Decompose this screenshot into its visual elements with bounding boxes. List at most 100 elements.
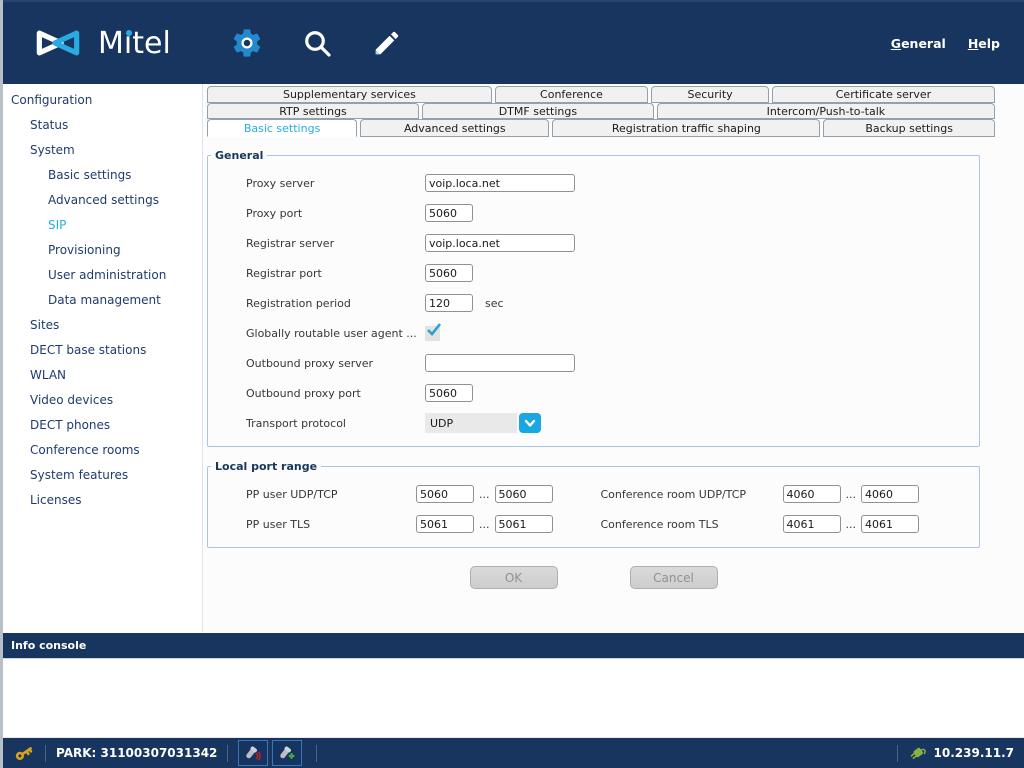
proxy-server-label: Proxy server [246,177,425,190]
conference-room-tls-from-input[interactable] [783,515,841,533]
range-separator: ... [479,488,490,501]
form-row: Registration period sec [208,288,979,318]
conference-room-tls-to-input[interactable] [861,515,919,533]
tab-basic-settings[interactable]: Basic settings [207,119,357,137]
phone-add-button[interactable] [272,740,302,766]
pp-user-tls-to-input[interactable] [495,515,553,533]
divider [897,745,898,762]
park-number: PARK: 31100307031342 [56,746,217,760]
form-row: Registrar server [208,228,979,258]
gruu-checkbox[interactable] [425,326,440,341]
tab-row-2: RTP settings DTMF settings Intercom/Push… [203,103,1024,119]
registrar-port-input[interactable] [425,264,473,282]
nav-general-link[interactable]: General [891,36,946,51]
form-row: Proxy port [208,198,979,228]
form-row: PP user UDP/TCP ... Conference room UDP/… [208,479,979,509]
settings-panel: General Proxy server Proxy port Registra… [203,137,1024,589]
mitel-logo: Mıtel [30,25,171,61]
range-separator: ... [846,518,857,531]
registrar-server-label: Registrar server [246,237,425,250]
registration-period-input[interactable] [425,294,473,312]
outbound-proxy-server-input[interactable] [425,354,575,372]
content-area: Supplementary services Conference Securi… [203,84,1024,632]
info-console-header[interactable]: Info console [3,632,1024,658]
conference-room-udp-tcp-from-input[interactable] [783,485,841,503]
settings-gear-icon[interactable] [229,25,265,61]
local-port-range-fieldset: Local port range PP user UDP/TCP ... Con… [207,460,980,548]
proxy-port-input[interactable] [425,204,473,222]
sidebar-item-basic-settings[interactable]: Basic settings [3,162,202,187]
conference-room-tls-label: Conference room TLS [601,518,783,531]
tab-registration-traffic-shaping[interactable]: Registration traffic shaping [552,119,820,137]
outbound-proxy-port-label: Outbound proxy port [246,387,425,400]
tab-backup-settings[interactable]: Backup settings [823,119,995,137]
sidebar-item-configuration[interactable]: Configuration [3,87,202,112]
mitel-logo-icon [30,25,86,61]
checkmark-icon [425,321,442,338]
pp-user-udp-tcp-to-input[interactable] [495,485,553,503]
tab-conference[interactable]: Conference [495,86,648,103]
sidebar-item-provisioning[interactable]: Provisioning [3,237,202,262]
proxy-server-input[interactable] [425,174,575,192]
sidebar-item-conference-rooms[interactable]: Conference rooms [3,437,202,462]
tab-rtp-settings[interactable]: RTP settings [207,103,419,119]
outbound-proxy-server-label: Outbound proxy server [246,357,425,370]
divider [316,745,317,762]
tab-advanced-settings[interactable]: Advanced settings [360,119,549,137]
handset-plus-icon [278,745,296,761]
pp-user-udp-tcp-from-input[interactable] [416,485,474,503]
registrar-server-input[interactable] [425,234,575,252]
conference-room-udp-tcp-to-input[interactable] [861,485,919,503]
sidebar-item-sites[interactable]: Sites [3,312,202,337]
tab-supplementary-services[interactable]: Supplementary services [207,86,492,103]
brand-wordmark: Mıtel [98,26,171,61]
sidebar-item-advanced-settings[interactable]: Advanced settings [3,187,202,212]
divider [45,745,46,762]
pp-user-tls-from-input[interactable] [416,515,474,533]
phone-signal-button[interactable] [238,740,268,766]
transport-protocol-select[interactable]: UDP [425,413,541,433]
sidebar-item-licenses[interactable]: Licenses [3,487,202,512]
pp-user-udp-tcp-label: PP user UDP/TCP [246,488,416,501]
sidebar-item-dect-phones[interactable]: DECT phones [3,412,202,437]
chevron-down-icon[interactable] [519,413,541,433]
status-bar: PARK: 31100307031342 [3,737,1024,768]
conference-room-udp-tcp-label: Conference room UDP/TCP [601,488,783,501]
sidebar-nav: Configuration Status System Basic settin… [3,84,203,632]
outbound-proxy-port-input[interactable] [425,384,473,402]
sidebar-item-wlan[interactable]: WLAN [3,362,202,387]
ok-button[interactable]: OK [470,566,558,589]
registration-period-label: Registration period [246,297,425,310]
general-fieldset: General Proxy server Proxy port Registra… [207,149,980,447]
info-console-body [3,658,1024,737]
app-window: Mıtel Genera [0,0,1024,768]
tab-intercom-push-to-talk[interactable]: Intercom/Push-to-talk [657,103,995,119]
range-separator: ... [479,518,490,531]
sidebar-item-system[interactable]: System [3,137,202,162]
registration-period-unit: sec [485,297,504,310]
sidebar-item-user-administration[interactable]: User administration [3,262,202,287]
tab-security[interactable]: Security [651,86,769,103]
sidebar-item-data-management[interactable]: Data management [3,287,202,312]
cancel-button[interactable]: Cancel [630,566,718,589]
sidebar-item-dect-base-stations[interactable]: DECT base stations [3,337,202,362]
tab-dtmf-settings[interactable]: DTMF settings [422,103,654,119]
sidebar-item-system-features[interactable]: System features [3,462,202,487]
network-plug-icon [908,744,928,762]
form-row: Transport protocol UDP [208,408,979,438]
form-row: Registrar port [208,258,979,288]
transport-protocol-label: Transport protocol [246,417,425,430]
search-icon[interactable] [299,25,335,61]
form-row: Proxy server [208,168,979,198]
sidebar-item-video-devices[interactable]: Video devices [3,387,202,412]
nav-help-link[interactable]: Help [968,36,1000,51]
top-header: Mıtel Genera [3,0,1024,84]
sidebar-item-status[interactable]: Status [3,112,202,137]
local-port-range-legend: Local port range [211,460,321,473]
sidebar-item-sip[interactable]: SIP [3,212,202,237]
edit-pencil-icon[interactable] [369,25,405,61]
pp-user-tls-label: PP user TLS [246,518,416,531]
tab-certificate-server[interactable]: Certificate server [772,86,995,103]
gruu-label: Globally routable user agent ... [246,327,425,340]
transport-protocol-value: UDP [425,413,517,433]
